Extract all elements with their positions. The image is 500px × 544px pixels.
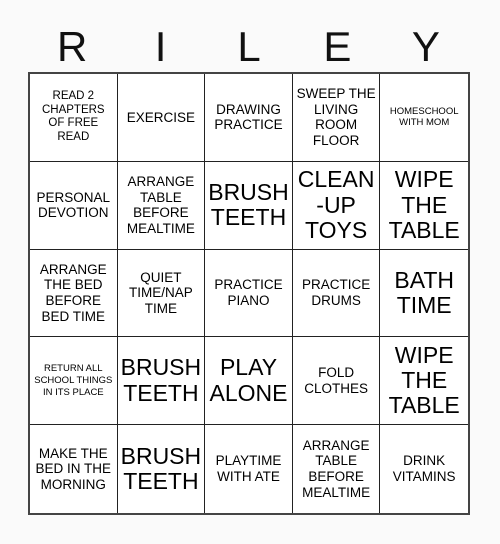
bingo-cell-label: PLAY ALONE: [209, 354, 288, 406]
bingo-cell[interactable]: FOLD CLOTHES: [292, 337, 381, 426]
bingo-cell[interactable]: BRUSH TEETH: [117, 337, 206, 426]
bingo-cell[interactable]: RETURN ALL SCHOOL THINGS IN ITS PLACE: [30, 337, 118, 426]
bingo-cell-label: ARRANGE TABLE BEFORE MEALTIME: [302, 437, 371, 500]
bingo-cell[interactable]: BATH TIME: [380, 249, 468, 338]
bingo-cell-label: SWEEP THE LIVING ROOM FLOOR: [296, 86, 376, 149]
bingo-cell[interactable]: QUIET TIME/NAP TIME: [117, 249, 206, 338]
bingo-cell[interactable]: ARRANGE THE BED BEFORE BED TIME: [30, 249, 118, 338]
bingo-cell[interactable]: PLAYTIME WITH ATE: [205, 425, 293, 513]
bingo-cell[interactable]: SWEEP THE LIVING ROOM FLOOR: [292, 74, 381, 162]
bingo-cell-label: PLAYTIME WITH ATE: [215, 453, 282, 485]
bingo-cell[interactable]: MAKE THE BED IN THE MORNING: [30, 425, 118, 513]
bingo-cell-label: ARRANGE THE BED BEFORE BED TIME: [39, 261, 107, 324]
bingo-cell-label: WIPE THE TABLE: [388, 166, 460, 243]
bingo-cell-label: PERSONAL DEVOTION: [36, 189, 111, 221]
bingo-cell[interactable]: PRACTICE DRUMS: [292, 249, 381, 338]
bingo-cell[interactable]: ARRANGE TABLE BEFORE MEALTIME: [117, 161, 206, 250]
bingo-cell-label: MAKE THE BED IN THE MORNING: [35, 445, 112, 492]
bingo-cell-label: EXERCISE: [126, 109, 196, 125]
bingo-grid: READ 2 CHAPTERS OF FREE READ EXERCISE DR…: [28, 72, 470, 515]
bingo-cell-label: READ 2 CHAPTERS OF FREE READ: [41, 89, 105, 144]
bingo-cell-label: RETURN ALL SCHOOL THINGS IN ITS PLACE: [34, 362, 113, 398]
bingo-cell[interactable]: DRAWING PRACTICE: [205, 74, 293, 162]
bingo-cell-label: QUIET TIME/NAP TIME: [129, 269, 193, 316]
header-letter-3: L: [237, 23, 261, 70]
bingo-cell[interactable]: EXERCISE: [117, 74, 206, 162]
bingo-cell[interactable]: PLAY ALONE: [205, 337, 293, 426]
bingo-cell-label: BATH TIME: [394, 266, 454, 318]
bingo-cell-label: BRUSH TEETH: [208, 178, 289, 231]
bingo-cell[interactable]: PERSONAL DEVOTION: [30, 161, 118, 250]
header-letter-5: Y: [411, 23, 440, 70]
bingo-cell-label: BRUSH TEETH: [120, 354, 202, 406]
bingo-cell[interactable]: CLEAN-UP TOYS: [292, 161, 381, 250]
header-letter-2: I: [154, 23, 167, 70]
bingo-cell-label: CLEAN-UP TOYS: [297, 166, 375, 243]
header-letter-1: R: [57, 23, 88, 70]
bingo-cell-label: HOMESCHOOL WITH MOM: [389, 105, 459, 129]
bingo-cell-label: ARRANGE TABLE BEFORE MEALTIME: [126, 173, 195, 236]
bingo-cell[interactable]: WIPE THE TABLE: [380, 337, 468, 426]
bingo-cell-label: PRACTICE DRUMS: [301, 277, 371, 308]
bingo-cell[interactable]: WIPE THE TABLE: [380, 161, 468, 250]
bingo-cell-label: PRACTICE PIANO: [214, 277, 283, 308]
bingo-cell-label: DRINK VITAMINS: [392, 453, 456, 485]
bingo-cell[interactable]: READ 2 CHAPTERS OF FREE READ: [30, 74, 118, 162]
bingo-cell[interactable]: PRACTICE PIANO: [205, 249, 293, 338]
bingo-cell[interactable]: DRINK VITAMINS: [380, 425, 468, 513]
bingo-cell[interactable]: BRUSH TEETH: [117, 425, 206, 513]
bingo-cell-label: BRUSH TEETH: [120, 442, 202, 495]
bingo-header: R I L E Y: [28, 22, 470, 72]
header-letter-4: E: [323, 23, 352, 70]
bingo-card: R I L E Y READ 2 CHAPTERS OF FREE READ E…: [0, 0, 500, 544]
bingo-cell-label: FOLD CLOTHES: [304, 365, 368, 396]
bingo-cell[interactable]: BRUSH TEETH: [205, 161, 293, 250]
bingo-cell[interactable]: HOMESCHOOL WITH MOM: [380, 74, 468, 162]
bingo-cell-label: WIPE THE TABLE: [388, 341, 460, 419]
bingo-cell[interactable]: ARRANGE TABLE BEFORE MEALTIME: [292, 425, 381, 513]
bingo-cell-label: DRAWING PRACTICE: [214, 101, 283, 133]
